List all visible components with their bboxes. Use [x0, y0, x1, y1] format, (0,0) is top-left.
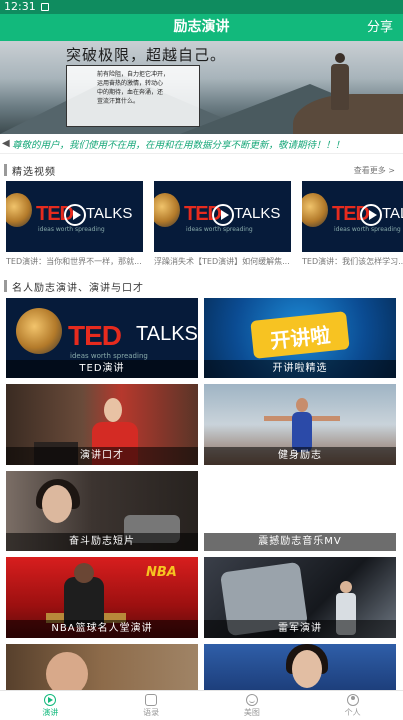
tile-caption: 开讲啦精选	[204, 360, 396, 378]
nav-tab-quotes[interactable]: 语录	[101, 691, 202, 720]
user-icon	[346, 693, 359, 706]
ted-tagline: ideas worth spreading	[38, 226, 105, 233]
talks-logo-text: TALKS	[86, 205, 133, 222]
tile-caption: 奋斗励志短片	[6, 533, 198, 551]
bottom-nav: 演讲 语录 美图 个人	[0, 690, 403, 720]
talks-logo-text: TALKS	[234, 205, 281, 222]
smile-icon	[245, 693, 258, 706]
kaijiangla-logo	[250, 311, 350, 359]
banner-headline: 突破极限，超越自己。	[66, 46, 227, 64]
ted-tagline: ideas worth spreading	[70, 352, 148, 360]
ted-logo-text: TED	[68, 320, 122, 351]
video-caption: 浮躁消失术【TED演讲】如何缓解焦...	[154, 257, 290, 266]
marquee-text: 尊敬的用户，我们使用不在用，在用和在用数据分享不断更新，敬请期待！！！	[12, 139, 345, 151]
quote-line: 中的期待，血在奔涌，还	[97, 89, 164, 96]
video-thumbnail: TED TALKS ideas worth spreading	[6, 181, 143, 252]
video-card[interactable]: TED TALKS ideas worth spreading 浮躁消失术【TE…	[154, 181, 291, 273]
video-thumbnail: TED TALKS ideas worth spreading	[154, 181, 291, 252]
tile-caption: NBA篮球名人堂演讲	[6, 620, 198, 638]
app-screen: 12:31 励志演讲 分享 突破极限，超越自己。 前有险阻，自力拒它冲开， 运用…	[0, 0, 403, 720]
nav-tab-profile[interactable]: 个人	[302, 691, 403, 720]
banner-hiker	[329, 53, 351, 113]
nav-label: 个人	[344, 707, 361, 717]
tile-music-mv[interactable]: 震撼励志音乐MV	[204, 471, 396, 551]
nav-tab-pictures[interactable]: 美图	[202, 691, 303, 720]
tile-caption: 健身励志	[204, 447, 396, 465]
tile-speaker[interactable]	[6, 644, 198, 690]
featured-header: 精选视频 查看更多 >	[0, 160, 403, 180]
section-title: 名人励志演讲、演讲与口才	[12, 282, 144, 294]
ted-tagline: ideas worth spreading	[334, 226, 401, 233]
tile-fitness[interactable]: 健身励志	[204, 384, 396, 465]
section-marker	[4, 164, 7, 176]
nav-label: 语录	[143, 707, 160, 717]
quote-line: 运用奋热的激情，转动心	[97, 80, 164, 87]
quote-line: 豈流汗算什么。	[97, 98, 140, 105]
talks-logo-text: TALKS	[382, 205, 403, 222]
app-bar: 励志演讲 分享	[0, 14, 403, 41]
play-icon	[212, 204, 234, 226]
banner-quote: 前有险阻，自力拒它冲开， 运用奋热的激情，转动心 中的期待，血在奔涌，还 豈流汗…	[66, 65, 200, 127]
tile-speaker[interactable]	[204, 644, 396, 690]
book-icon	[145, 693, 158, 706]
tile-caption: 雷军演讲	[204, 620, 396, 638]
ted-tagline: ideas worth spreading	[186, 226, 253, 233]
tile-kaijiangla[interactable]: 开讲啦精选	[204, 298, 396, 378]
famous-header: 名人励志演讲、演讲与口才	[0, 276, 403, 296]
see-more-link[interactable]: 查看更多 >	[354, 165, 395, 176]
tile-speech-skills[interactable]: 演讲口才	[6, 384, 198, 465]
page-title: 励志演讲	[173, 19, 230, 35]
tile-image	[204, 644, 396, 690]
tile-caption: 震撼励志音乐MV	[204, 533, 396, 551]
tile-struggle-film[interactable]: 奋斗励志短片	[6, 471, 198, 551]
speaker-icon: ◀	[2, 138, 10, 149]
status-time: 12:31	[4, 0, 36, 13]
tile-ted-talks[interactable]: TED TALKS ideas worth spreading TED演讲	[6, 298, 198, 378]
video-card[interactable]: TED TALKS ideas worth spreading TED演讲：当你…	[6, 181, 143, 273]
tile-lei-jun[interactable]: 雷军演讲	[204, 557, 396, 638]
video-caption: TED演讲：我们该怎样学习...	[302, 257, 403, 266]
section-marker	[4, 280, 7, 292]
notice-marquee: ◀ 尊敬的用户，我们使用不在用，在用和在用数据分享不断更新，敬请期待！！！	[0, 134, 403, 154]
video-thumbnail: TED TALKS ideas worth spreading	[302, 181, 403, 252]
featured-video-list: TED TALKS ideas worth spreading TED演讲：当你…	[0, 181, 403, 273]
talks-logo-text: TALKS	[136, 323, 198, 345]
share-button[interactable]: 分享	[367, 14, 393, 41]
play-icon	[360, 204, 382, 226]
nba-logo-text: NBA	[146, 565, 177, 580]
nav-label: 演讲	[42, 707, 59, 717]
video-caption: TED演讲：当你和世界不一样，那就...	[6, 257, 142, 266]
tile-nba-hall-of-fame[interactable]: NBA NBA篮球名人堂演讲	[6, 557, 198, 638]
status-bar: 12:31	[0, 0, 403, 14]
tile-caption: 演讲口才	[6, 447, 198, 465]
video-card[interactable]: TED TALKS ideas worth spreading TED演讲：我们…	[302, 181, 403, 273]
tile-image	[6, 644, 198, 690]
quote-line: 前有险阻，自力拒它冲开，	[97, 71, 170, 78]
section-title: 精选视频	[12, 166, 56, 178]
play-icon	[64, 204, 86, 226]
notification-icon	[40, 3, 49, 11]
tile-caption: TED演讲	[6, 360, 198, 378]
nav-tab-speech[interactable]: 演讲	[0, 691, 101, 720]
nav-label: 美图	[243, 707, 260, 717]
banner[interactable]: 突破极限，超越自己。 前有险阻，自力拒它冲开， 运用奋热的激情，转动心 中的期待…	[0, 41, 403, 134]
play-circle-icon	[44, 693, 57, 706]
